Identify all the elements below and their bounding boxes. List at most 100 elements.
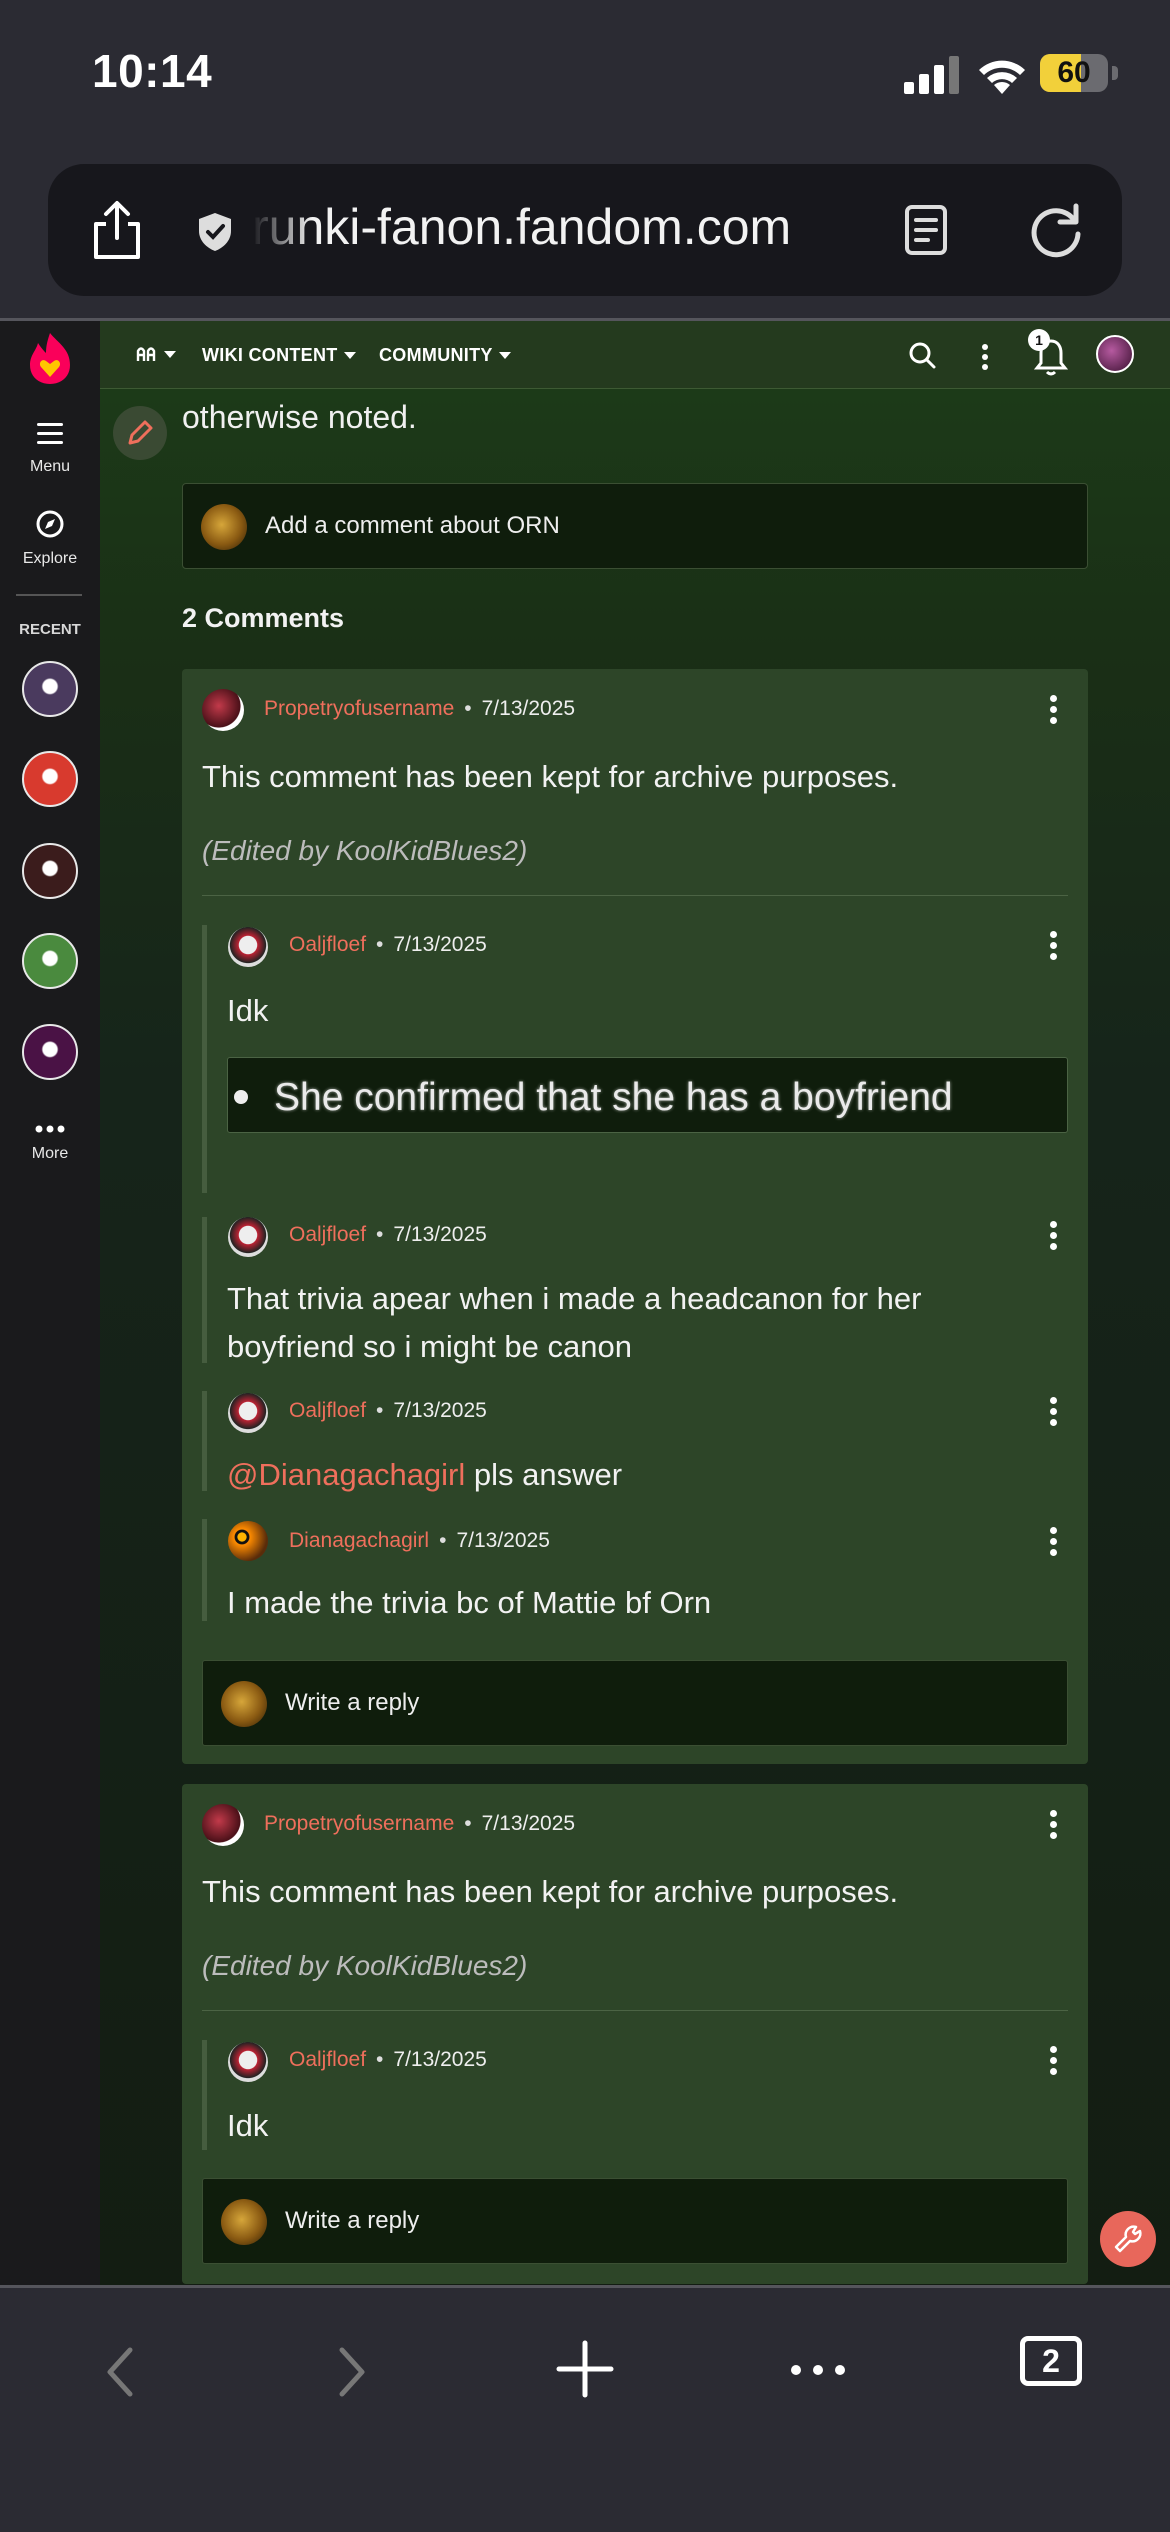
address-bar[interactable]: runki-fanon.fandom.com [48,164,1122,296]
reply-body: Idk [227,2108,269,2143]
comment-card: Propetryofusername • 7/13/2025 This comm… [182,669,1088,1764]
reply-avatar [228,2042,268,2082]
reply-thread-line [202,1519,207,1621]
reply-options-icon[interactable] [1048,1221,1058,1251]
reply-body: I made the trivia bc of Mattie bf Orn [227,1585,712,1620]
reply-author[interactable]: Oaljfloef [289,2048,366,2072]
comment-meta: Propetryofusername • 7/13/2025 [264,697,576,721]
nav-wiki-content[interactable]: WIKI CONTENT [202,345,356,366]
reply-author[interactable]: Oaljfloef [289,1399,366,1423]
reply-body: Idk [227,993,269,1028]
comment-author[interactable]: Propetryofusername [264,1812,454,1836]
current-user-avatar [201,504,247,550]
tab-switcher-button[interactable]: 2 [1020,2336,1082,2386]
comment-meta: Propetryofusername • 7/13/2025 [264,1812,576,1836]
new-tab-icon[interactable] [556,2340,614,2398]
more-label: More [31,1145,69,1162]
reply-author[interactable]: Dianagachagirl [289,1529,429,1553]
write-reply-input[interactable]: Write a reply [202,2178,1068,2264]
menu-button[interactable]: Menu [0,421,100,476]
recent-wiki-avatar[interactable] [22,933,78,989]
reply-meta: Oaljfloef • 7/13/2025 [289,1223,487,1247]
pencil-icon [128,420,153,445]
reply-body-line-2: boyfriend so i might be canon [227,1329,632,1364]
quoted-image: She confirmed that she has a boyfriend [227,1057,1068,1133]
add-comment-placeholder: Add a comment about ORN [265,512,560,539]
back-icon[interactable] [104,2346,134,2398]
edit-button[interactable] [113,406,167,460]
wrench-icon [1114,2225,1142,2253]
reply-body: @Dianagachagirl pls answer [227,1451,622,1499]
chevron-down-icon [343,352,356,359]
recent-wiki-avatar[interactable] [22,843,78,899]
reply-avatar [228,1393,268,1433]
battery-cap [1112,66,1118,80]
comment-divider [202,895,1068,896]
comments-count: 2 Comments [182,603,345,633]
wiki-logo-menu[interactable] [136,345,176,363]
browser-toolbar: 2 [0,2285,1170,2532]
notifications-button[interactable]: 1 [1028,329,1072,377]
quoted-text: She confirmed that she has a boyfriend [274,1076,953,1119]
more-vertical-icon[interactable] [980,343,990,371]
search-icon[interactable] [908,341,936,369]
reply-avatar [228,1217,268,1257]
explore-button[interactable]: Explore [0,509,100,568]
wiki-logo-icon [136,347,156,361]
ellipsis-icon [35,1125,65,1133]
reply-date: 7/13/2025 [393,2048,487,2071]
chevron-down-icon [498,352,511,359]
user-mention[interactable]: @Dianagachagirl [227,1457,465,1492]
tools-button[interactable] [1100,2211,1156,2267]
commenter-avatar [202,689,244,731]
comment-body: This comment has been kept for archive p… [202,1874,899,1909]
reply-body-text: pls answer [473,1457,623,1492]
license-text: otherwise noted. [182,399,417,435]
comment-date: 7/13/2025 [481,1812,576,1835]
comment-author[interactable]: Propetryofusername [264,697,454,721]
recent-wiki-avatar[interactable] [22,751,78,807]
battery-level: 60 [1057,56,1091,89]
fandom-logo[interactable] [28,331,72,385]
nav-wiki-content-label: WIKI CONTENT [202,345,338,365]
explore-label: Explore [22,550,78,567]
comment-card: Propetryofusername • 7/13/2025 This comm… [182,1784,1088,2284]
more-horizontal-icon[interactable] [790,2364,846,2376]
reply-avatar [228,1521,268,1561]
reply-avatar [228,927,268,967]
chevron-down-icon [164,350,176,358]
more-button[interactable]: More [0,1121,100,1163]
menu-label: Menu [29,458,71,475]
left-rail: Menu Explore RECENT More [0,321,100,2285]
write-reply-input[interactable]: Write a reply [202,1660,1068,1746]
reply-options-icon[interactable] [1048,2046,1058,2076]
edited-note: (Edited by KoolKidBlues2) [202,1950,528,1981]
forward-icon[interactable] [338,2346,368,2398]
reply-author[interactable]: Oaljfloef [289,1223,366,1247]
add-comment-input[interactable]: Add a comment about ORN [182,483,1088,569]
write-reply-placeholder: Write a reply [285,2207,420,2234]
reply-date: 7/13/2025 [393,1223,487,1246]
url-text[interactable]: runki-fanon.fandom.com [252,198,892,256]
reply-options-icon[interactable] [1048,931,1058,961]
reader-icon[interactable] [904,204,948,256]
rail-separator [16,594,82,596]
current-user-avatar [221,1681,267,1727]
notification-badge: 1 [1028,329,1050,351]
reply-options-icon[interactable] [1048,1397,1058,1427]
reply-meta: Dianagachagirl • 7/13/2025 [289,1529,550,1553]
recent-heading: RECENT [19,621,81,638]
reload-icon[interactable] [1028,202,1084,258]
share-icon[interactable] [88,200,146,260]
reply-date: 7/13/2025 [393,1399,487,1422]
comment-options-icon[interactable] [1048,1810,1058,1840]
reply-meta: Oaljfloef • 7/13/2025 [289,933,487,957]
compass-icon [36,510,64,538]
reply-options-icon[interactable] [1048,1527,1058,1557]
recent-wiki-avatar[interactable] [22,1024,78,1080]
user-avatar[interactable] [1096,335,1134,373]
comment-options-icon[interactable] [1048,695,1058,725]
nav-community[interactable]: COMMUNITY [379,345,511,366]
reply-author[interactable]: Oaljfloef [289,933,366,957]
recent-wiki-avatar[interactable] [22,661,78,717]
